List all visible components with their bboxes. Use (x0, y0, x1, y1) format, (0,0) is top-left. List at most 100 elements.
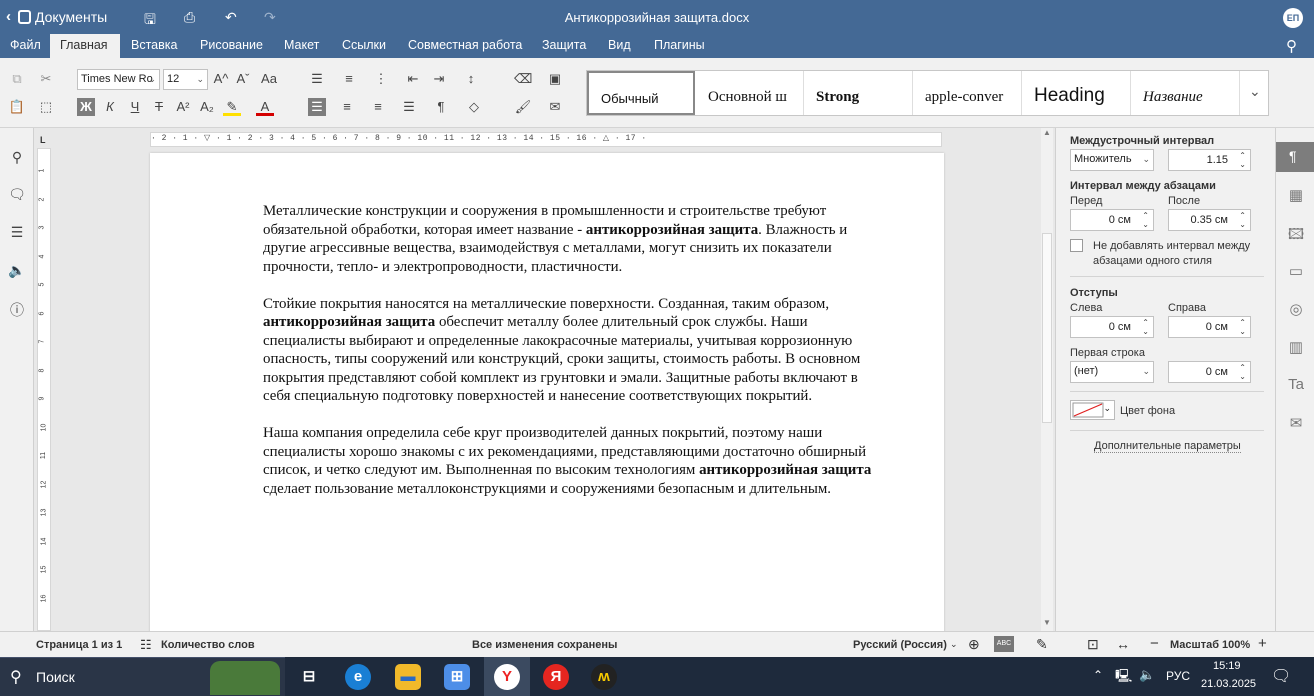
spellcheck-icon[interactable]: ABC (994, 636, 1014, 652)
tab-home[interactable]: Главная (50, 34, 120, 58)
paragraph-marks-icon[interactable]: ¶ (432, 98, 450, 116)
network-icon[interactable]: 🖳 (1115, 667, 1132, 689)
taskbar-search[interactable]: ⚲ Поиск (0, 657, 285, 696)
numbered-list-icon[interactable]: ≡ (340, 70, 358, 88)
yandex-browser-icon[interactable]: Y (484, 657, 530, 696)
font-shrink-button[interactable]: Aˇ (234, 70, 252, 88)
comments-icon[interactable]: 🗨 (8, 186, 26, 203)
select-all-icon[interactable]: ⬚ (37, 98, 55, 116)
page-indicator[interactable]: Страница 1 из 1 (36, 639, 122, 651)
shape-icon[interactable]: ◎ (1287, 300, 1305, 318)
background-color-picker[interactable]: ⌄ (1070, 400, 1115, 420)
fit-width-icon[interactable]: ↔ (1116, 636, 1130, 652)
clock-time[interactable]: 15:19 (1213, 660, 1241, 672)
spacing-before-input[interactable]: 0 см ⌃ ⌄ (1070, 209, 1154, 231)
style-title[interactable]: Название (1131, 71, 1240, 115)
style-body-text[interactable]: Основной ш (696, 71, 804, 115)
clock-date[interactable]: 21.03.2025 (1201, 678, 1256, 690)
copy-icon[interactable]: ⧉ (8, 70, 26, 88)
font-color-icon[interactable]: A (256, 98, 274, 116)
stepper-icon[interactable]: ⌃ ⌄ (1239, 151, 1246, 169)
change-case-button[interactable]: Aa (256, 70, 282, 88)
yandex-music-icon[interactable]: ʍ (591, 664, 617, 690)
yandex-icon[interactable]: Я (543, 664, 569, 690)
tab-plugins[interactable]: Плагины (644, 34, 715, 58)
mail-merge-icon[interactable]: ✉ (1287, 414, 1305, 432)
text-art-icon[interactable]: Ta (1287, 376, 1305, 393)
spacing-after-input[interactable]: 0.35 см ⌃ ⌄ (1168, 209, 1251, 231)
vertical-ruler[interactable]: 1 2 3 4 5 6 7 8 9 10 11 12 13 14 15 16 (37, 148, 51, 631)
zoom-out-icon[interactable]: − (1150, 635, 1159, 652)
shading-icon[interactable]: ◇ (465, 98, 483, 116)
search-icon[interactable]: ⚲ (8, 149, 26, 166)
horizontal-ruler[interactable]: · 2 · 1 · ▽ · 1 · 2 · 3 · 4 · 5 · 6 · 7 … (150, 132, 942, 147)
document-paragraph[interactable]: Металлические конструкции и сооружения в… (263, 202, 885, 276)
multilevel-list-icon[interactable]: ⋮ (372, 70, 390, 88)
info-icon[interactable]: ⓘ (8, 300, 26, 320)
file-explorer-icon[interactable]: ▬ (395, 664, 421, 690)
language-select[interactable]: Русский (Россия) (853, 639, 947, 651)
mail-merge-icon[interactable]: ✉ (546, 98, 564, 116)
first-line-input[interactable]: 0 см ⌃ ⌄ (1168, 361, 1251, 383)
speaker-icon[interactable]: 🔈 (8, 262, 26, 279)
borders-icon[interactable]: ▣ (546, 70, 564, 88)
scroll-thumb[interactable] (1042, 233, 1052, 423)
highlight-icon[interactable]: ✎ (223, 98, 241, 116)
track-changes-icon[interactable]: ✎ (1036, 636, 1048, 653)
image-icon[interactable]: 🖾 (1287, 224, 1305, 249)
word-count-icon[interactable]: ☷ (140, 637, 152, 653)
navigation-icon[interactable]: ☰ (8, 224, 26, 241)
globe-icon[interactable]: ⊕ (968, 636, 980, 653)
cut-icon[interactable]: ✂ (37, 70, 55, 88)
paste-icon[interactable]: 📋 (8, 98, 26, 116)
style-heading[interactable]: Heading (1022, 71, 1131, 115)
align-right-icon[interactable]: ≡ (369, 98, 387, 116)
font-grow-button[interactable]: A^ (212, 70, 230, 88)
styles-expand-icon[interactable]: ⌄ (1241, 71, 1268, 115)
format-painter-icon[interactable]: 🖌 (514, 98, 532, 116)
bullet-list-icon[interactable]: ☰ (308, 70, 326, 88)
stepper-icon[interactable]: ⌃ ⌄ (1239, 211, 1246, 229)
chevron-up-icon[interactable]: ⌃ (1093, 668, 1103, 682)
document-body[interactable]: Металлические конструкции и сооружения в… (263, 202, 885, 517)
header-footer-icon[interactable]: ▭ (1287, 262, 1305, 280)
stepper-icon[interactable]: ⌃ ⌄ (1142, 211, 1149, 229)
notifications-icon[interactable]: 🗨 (1271, 666, 1291, 686)
chart-icon[interactable]: ▥ (1287, 338, 1305, 356)
decrease-indent-icon[interactable]: ⇤ (404, 70, 422, 88)
zoom-in-icon[interactable]: + (1258, 635, 1267, 652)
justify-icon[interactable]: ☰ (400, 98, 418, 116)
zoom-level[interactable]: Масштаб 100% (1170, 639, 1250, 651)
volume-icon[interactable]: 🔈 (1139, 667, 1155, 683)
document-page[interactable]: Металлические конструкции и сооружения в… (150, 153, 944, 631)
bold-button[interactable]: Ж (77, 98, 95, 116)
line-spacing-mode-select[interactable]: Множитель ⌄ (1070, 149, 1154, 171)
stepper-icon[interactable]: ⌃ ⌄ (1142, 318, 1149, 336)
paragraph-settings-tab[interactable]: ¶ (1276, 142, 1314, 172)
clear-format-icon[interactable]: ⌫ (514, 70, 532, 88)
line-spacing-input[interactable]: 1.15 ⌃ ⌄ (1168, 149, 1251, 171)
style-apple-converted[interactable]: apple-conver (913, 71, 1022, 115)
advanced-settings-link[interactable]: Дополнительные параметры (1094, 440, 1241, 453)
tab-references[interactable]: Ссылки (332, 34, 396, 58)
indent-right-input[interactable]: 0 см ⌃ ⌄ (1168, 316, 1251, 338)
tab-collaboration[interactable]: Совместная работа (398, 34, 532, 58)
subscript-button[interactable]: A₂ (198, 98, 216, 116)
document-paragraph[interactable]: Наша компания определила себе круг произ… (263, 424, 885, 498)
underline-button[interactable]: Ч (126, 98, 144, 116)
edge-icon[interactable]: e (345, 664, 371, 690)
increase-indent-icon[interactable]: ⇥ (430, 70, 448, 88)
align-left-icon[interactable]: ☰ (308, 98, 326, 116)
vertical-scrollbar[interactable]: ▲ ▼ (1041, 128, 1053, 631)
font-size-select[interactable]: 12 ⌄ (163, 69, 208, 90)
input-language[interactable]: РУС (1166, 669, 1190, 683)
search-icon[interactable]: ⚲ (1286, 37, 1297, 55)
no-space-checkbox[interactable] (1070, 239, 1083, 252)
tab-layout[interactable]: Макет (274, 34, 329, 58)
tab-draw[interactable]: Рисование (190, 34, 273, 58)
line-spacing-icon[interactable]: ↕ (462, 70, 480, 88)
fit-page-icon[interactable]: ⊡ (1087, 636, 1099, 653)
superscript-button[interactable]: A² (174, 98, 192, 116)
style-strong[interactable]: Strong (804, 71, 913, 115)
style-normal[interactable]: Обычный (587, 71, 695, 115)
